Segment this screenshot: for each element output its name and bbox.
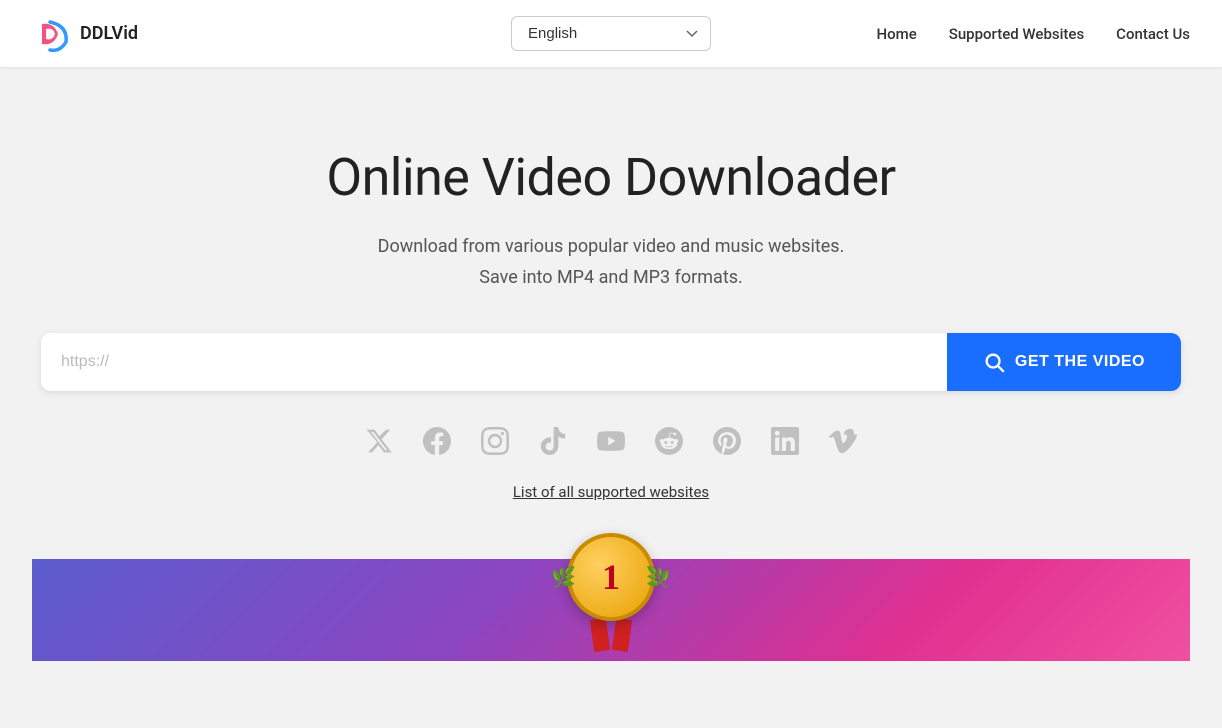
medal-circle: 🌿 1 🌿 [567,533,655,621]
logo-icon [32,14,72,54]
search-icon [983,351,1005,373]
twitter-icon[interactable] [365,427,393,462]
facebook-icon[interactable] [423,427,451,462]
get-video-label: GET THE VIDEO [1015,353,1145,371]
hero-title: Online Video Downloader [32,147,1190,208]
vimeo-icon[interactable] [829,427,857,462]
reddit-icon[interactable] [655,427,683,462]
nav-contact-us[interactable]: Contact Us [1116,25,1190,43]
get-video-button[interactable]: GET THE VIDEO [947,333,1181,391]
youtube-icon[interactable] [597,427,625,462]
nav-home[interactable]: Home [876,25,916,43]
supported-websites-link[interactable]: List of all supported websites [513,483,709,501]
badge-wrap: 🌿 1 🌿 [567,533,655,651]
badge-rank: 1 [602,556,620,598]
tiktok-icon[interactable] [539,427,567,462]
logo-text: DDLVid [80,23,138,44]
linkedin-icon[interactable] [771,427,799,462]
logo-link[interactable]: DDLVid [32,14,138,54]
navbar: DDLVid EnglishSpanishFrenchGermanPortugu… [0,0,1222,67]
badge-section: 🌿 1 🌿 [32,561,1190,661]
medal-ribbons [592,619,630,651]
nav-links: Home Supported Websites Contact Us [876,25,1190,43]
hero-subtitle-line2: Save into MP4 and MP3 formats. [479,267,743,288]
language-selector[interactable]: EnglishSpanishFrenchGermanPortugueseItal… [511,16,711,51]
pinterest-icon[interactable] [713,427,741,462]
hero-subtitle-line1: Download from various popular video and … [378,236,845,257]
url-input[interactable] [41,333,947,391]
language-selector-wrapper: EnglishSpanishFrenchGermanPortugueseItal… [511,16,711,51]
nav-supported-websites[interactable]: Supported Websites [949,25,1084,43]
hero-section: Online Video Downloader Download from va… [0,67,1222,701]
social-icons-row [32,427,1190,462]
instagram-icon[interactable] [481,427,509,462]
search-bar: GET THE VIDEO [41,333,1181,391]
hero-subtitle: Download from various popular video and … [32,232,1190,293]
